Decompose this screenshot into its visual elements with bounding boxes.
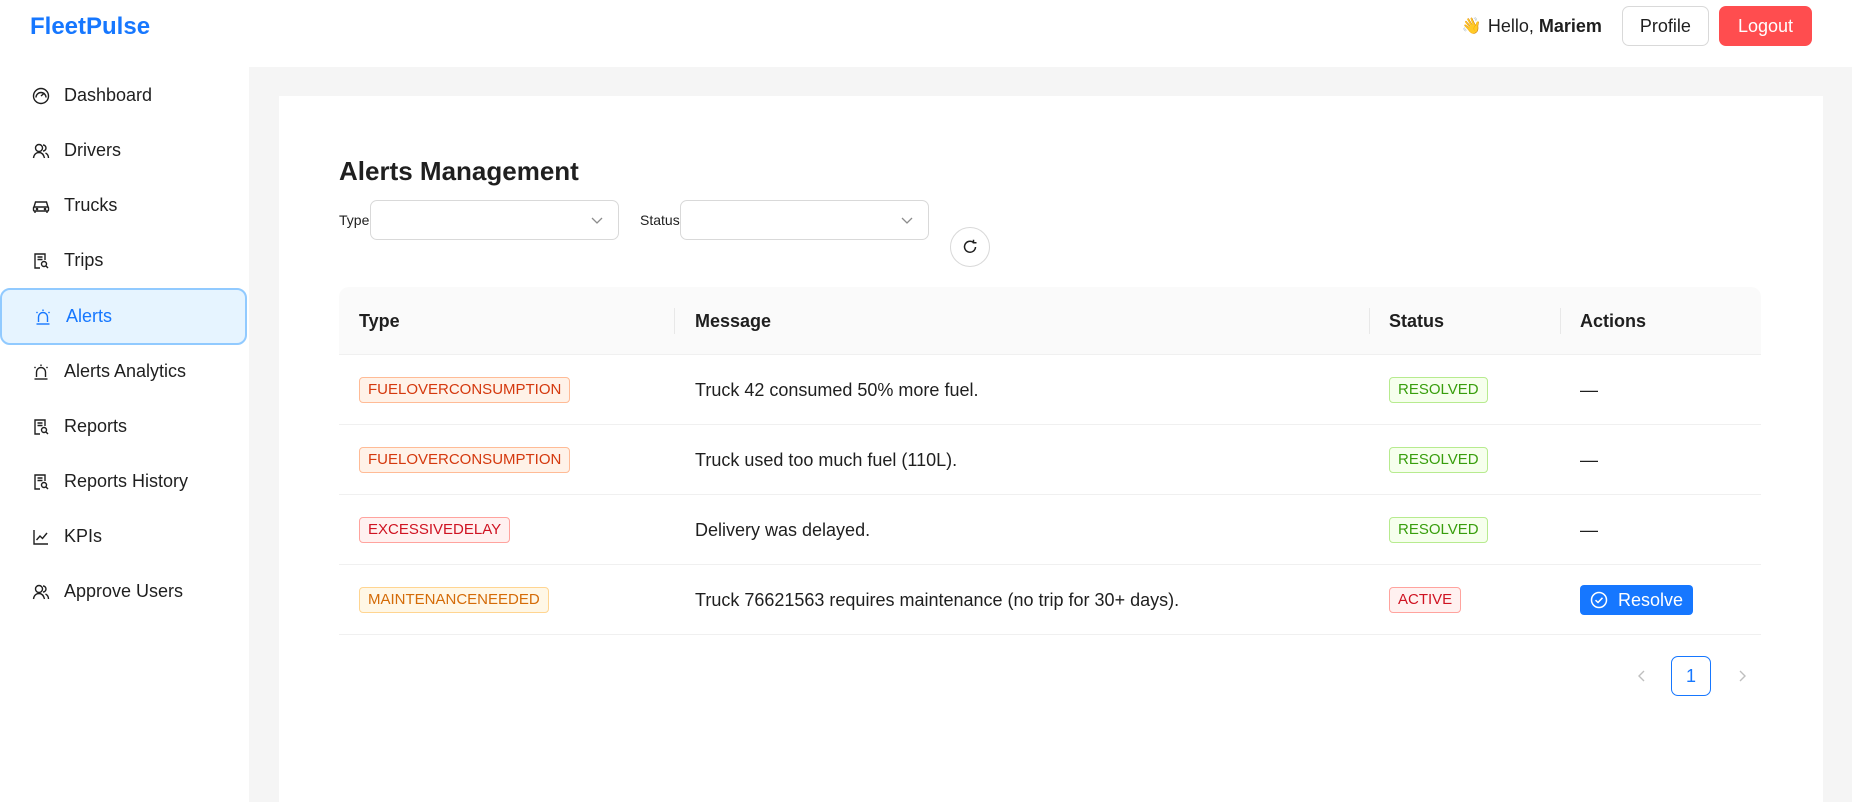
sidebar-item-label: Dashboard: [64, 85, 153, 105]
table-row: EXCESSIVEDELAY Delivery was delayed. RES…: [339, 495, 1761, 565]
type-filter-label: Type: [339, 212, 370, 228]
action-placeholder: —: [1580, 519, 1598, 540]
profile-button[interactable]: Profile: [1621, 6, 1709, 46]
page-1-button[interactable]: 1: [1671, 656, 1711, 696]
car-icon: [32, 197, 50, 215]
sidebar-item-label: Trips: [64, 250, 104, 270]
top-header: FleetPulse 👋 Hello, Mariem Profile Logou…: [0, 0, 1852, 67]
prev-page-button[interactable]: [1626, 656, 1658, 696]
sidebar-item-kpis[interactable]: KPIs: [0, 508, 247, 565]
status-badge: RESOLVED: [1389, 447, 1488, 473]
column-header-type[interactable]: Type: [359, 287, 400, 355]
user-name: Mariem: [1538, 15, 1602, 36]
sidebar-item-label: Alerts: [66, 306, 113, 326]
sidebar-item-label: Reports History: [64, 471, 189, 491]
reload-icon: [961, 238, 979, 256]
sidebar-item-dashboard[interactable]: Dashboard: [0, 67, 247, 124]
alert-type-tag: FUELOVERCONSUMPTION: [359, 447, 571, 473]
app-logo[interactable]: FleetPulse: [30, 13, 150, 41]
sidebar: Dashboard Drivers Trucks Trips Alerts Al…: [0, 67, 249, 802]
user-greeting: 👋 Hello, Mariem: [1462, 16, 1602, 37]
table-row: FUELOVERCONSUMPTION Truck 42 consumed 50…: [339, 355, 1761, 425]
wave-icon: 👋: [1461, 18, 1482, 35]
sidebar-item-reports-history[interactable]: Reports History: [0, 453, 247, 510]
users-icon: [32, 142, 50, 160]
alert-message: Delivery was delayed.: [695, 519, 871, 540]
column-header-actions: Actions: [1580, 310, 1647, 331]
table-header: Type Message Status Actions: [339, 287, 1761, 355]
file-search-icon: [32, 252, 50, 270]
alert-icon: [34, 308, 52, 326]
table-row: FUELOVERCONSUMPTION Truck used too much …: [339, 425, 1761, 495]
sidebar-item-label: Drivers: [64, 140, 121, 160]
chevron-left-icon: [1635, 669, 1649, 683]
type-filter-select[interactable]: [370, 200, 619, 240]
file-search-icon: [32, 473, 50, 491]
action-placeholder: —: [1580, 449, 1598, 470]
status-filter-label: Status: [640, 212, 680, 228]
sidebar-item-alerts-analytics[interactable]: Alerts Analytics: [0, 343, 247, 400]
column-divider: [1560, 308, 1561, 334]
file-search-icon: [32, 418, 50, 436]
page-title: Alerts Management: [339, 156, 579, 186]
status-badge: ACTIVE: [1389, 587, 1462, 613]
alert-type-tag: MAINTENANCENEEDED: [359, 587, 549, 613]
alert-message: Truck used too much fuel (110L).: [695, 449, 958, 470]
logout-button[interactable]: Logout: [1718, 6, 1812, 46]
refresh-button[interactable]: [950, 227, 990, 267]
sidebar-item-label: Approve Users: [64, 581, 184, 601]
sidebar-item-trips[interactable]: Trips: [0, 232, 247, 289]
header-actions: 👋 Hello, Mariem Profile Logout: [1462, 6, 1812, 46]
sidebar-item-trucks[interactable]: Trucks: [0, 177, 247, 234]
sidebar-item-label: KPIs: [64, 526, 103, 546]
alert-message: Truck 76621563 requires maintenance (no …: [695, 589, 1180, 610]
status-filter-select[interactable]: [680, 200, 929, 240]
status-badge: RESOLVED: [1389, 517, 1488, 543]
sidebar-item-label: Alerts Analytics: [64, 361, 187, 381]
column-header-status[interactable]: Status: [1389, 287, 1444, 355]
column-divider: [1369, 308, 1370, 334]
sidebar-item-label: Trucks: [64, 195, 118, 215]
alert-message: Truck 42 consumed 50% more fuel.: [695, 379, 979, 400]
chevron-right-icon: [1735, 669, 1749, 683]
dashboard-icon: [32, 87, 50, 105]
next-page-button[interactable]: [1726, 656, 1758, 696]
table-row: MAINTENANCENEEDED Truck 76621563 require…: [339, 565, 1761, 635]
sidebar-item-approve-users[interactable]: Approve Users: [0, 563, 247, 620]
sidebar-item-reports[interactable]: Reports: [0, 398, 247, 455]
sidebar-item-drivers[interactable]: Drivers: [0, 122, 247, 179]
alert-icon: [32, 363, 50, 381]
action-placeholder: —: [1580, 379, 1598, 400]
alert-type-tag: FUELOVERCONSUMPTION: [359, 377, 571, 403]
status-badge: RESOLVED: [1389, 377, 1488, 403]
column-divider: [674, 308, 675, 334]
chevron-down-icon: [900, 213, 914, 227]
sidebar-item-alerts[interactable]: Alerts: [0, 288, 247, 345]
line-chart-icon: [32, 528, 50, 546]
column-header-message[interactable]: Message: [695, 287, 771, 355]
chevron-down-icon: [590, 213, 604, 227]
resolve-button-label: Resolve: [1618, 589, 1684, 610]
users-icon: [32, 583, 50, 601]
greeting-text: Hello,: [1487, 15, 1534, 36]
sidebar-item-label: Reports: [64, 416, 128, 436]
resolve-button[interactable]: Resolve: [1580, 585, 1694, 615]
alert-type-tag: EXCESSIVEDELAY: [359, 517, 511, 543]
check-circle-icon: [1590, 591, 1608, 609]
alerts-table: Type Message Status Actions FUELOVERCONS…: [339, 287, 1761, 635]
